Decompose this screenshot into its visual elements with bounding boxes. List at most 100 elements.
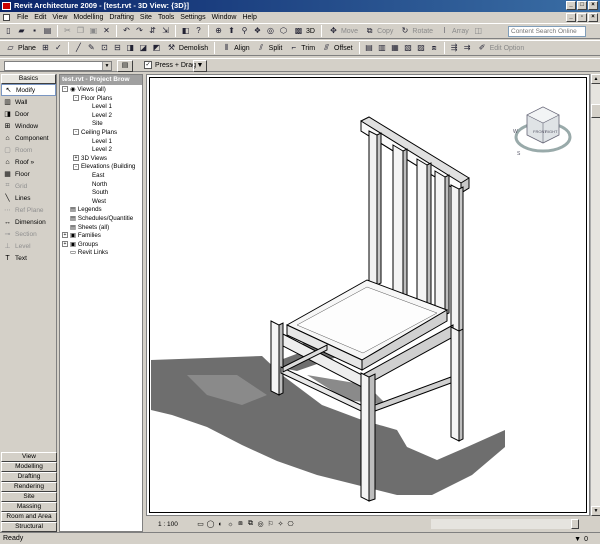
tree-node[interactable]: + ▣ Groups: [60, 241, 142, 250]
print-icon[interactable]: ▤: [42, 26, 53, 37]
press-drag-checkbox[interactable]: ✓ Press + Drag: [144, 61, 196, 69]
design-bar-item-modify[interactable]: ↖ Modify: [1, 84, 56, 96]
move-button[interactable]: ✥ Move: [326, 26, 360, 37]
section-box-icon[interactable]: ⬡: [278, 26, 289, 37]
measure-icon[interactable]: ⇲: [160, 26, 171, 37]
design-bar-item-grid[interactable]: ⌗ Grid: [1, 180, 56, 192]
menu-drafting[interactable]: Drafting: [106, 14, 137, 21]
delete-icon[interactable]: ✕: [101, 26, 112, 37]
tree-node[interactable]: Level 2: [60, 112, 142, 121]
option-set-icon[interactable]: ⇉: [462, 43, 473, 54]
tree-node[interactable]: ▤ Sheets (all): [60, 224, 142, 233]
menu-tools[interactable]: Tools: [155, 14, 177, 21]
horizontal-scroll-thumb[interactable]: [571, 519, 579, 529]
camera-icon[interactable]: ◎: [265, 26, 276, 37]
maximize-button[interactable]: □: [577, 1, 587, 10]
element-properties-button[interactable]: ▤: [117, 60, 133, 72]
menu-view[interactable]: View: [49, 14, 70, 21]
demolish-button[interactable]: ⚒ Demolish: [164, 43, 210, 54]
tree-node[interactable]: - Floor Plans: [60, 95, 142, 104]
tree-node[interactable]: North: [60, 181, 142, 190]
collapse-icon[interactable]: -: [62, 86, 68, 93]
tree-node[interactable]: South: [60, 189, 142, 198]
expand-icon[interactable]: +: [62, 232, 68, 239]
undo-icon[interactable]: ↶: [121, 26, 132, 37]
tree-node[interactable]: ▤ Schedules/Quantitie: [60, 215, 142, 224]
scroll-thumb[interactable]: [591, 104, 600, 118]
tree-node[interactable]: Site: [60, 120, 142, 129]
scroll-down-button[interactable]: ▼: [591, 506, 600, 516]
close-button[interactable]: ×: [588, 1, 598, 10]
horizontal-scrollbar[interactable]: [431, 519, 579, 529]
tab-rendering[interactable]: Rendering: [1, 482, 57, 492]
copy-button[interactable]: ⧉ Copy: [362, 26, 395, 37]
tab-structural[interactable]: Structural: [1, 522, 57, 532]
design-bar-item-room[interactable]: ▢ Room: [1, 144, 56, 156]
view-scale[interactable]: 1 : 100: [146, 521, 196, 528]
tab-massing[interactable]: Massing: [1, 502, 57, 512]
redo-icon[interactable]: ↷: [134, 26, 145, 37]
doc-minimize-button[interactable]: _: [566, 13, 576, 22]
design-options-icon[interactable]: ⇶: [449, 43, 460, 54]
expand-icon[interactable]: +: [62, 241, 68, 248]
menu-settings[interactable]: Settings: [177, 14, 208, 21]
tree-node[interactable]: - Ceiling Plans: [60, 129, 142, 138]
tree-node[interactable]: - Elevations (Building: [60, 163, 142, 172]
level-up-icon[interactable]: ⬆: [226, 26, 237, 37]
tree-node[interactable]: Level 2: [60, 146, 142, 155]
tab-site[interactable]: Site: [1, 492, 57, 502]
menu-help[interactable]: Help: [239, 14, 259, 21]
linework-icon[interactable]: ◩: [151, 43, 162, 54]
group-remove-icon[interactable]: ▧: [403, 43, 414, 54]
render-icon[interactable]: ⎔: [286, 520, 295, 529]
design-bar-item-component[interactable]: ⌂ Component: [1, 132, 56, 144]
new-icon[interactable]: ▯: [3, 26, 14, 37]
trim-button[interactable]: ⌐ Trim: [286, 43, 317, 54]
link-icon[interactable]: ⧈: [429, 43, 440, 54]
offset-button[interactable]: ⫻ Offset: [319, 43, 355, 54]
crop-region-icon[interactable]: ⧉: [246, 520, 255, 529]
design-bar-item-window[interactable]: ⊞ Window: [1, 120, 56, 132]
design-bar-item-roof[interactable]: ⌂ Roof »: [1, 156, 56, 168]
filter-button[interactable]: ▼: [193, 60, 207, 72]
edit-option-button[interactable]: ✐ Edit Option: [475, 43, 527, 54]
group-edit-icon[interactable]: ▥: [377, 43, 388, 54]
design-bar-item-level[interactable]: ⊥ Level: [1, 240, 56, 252]
rotate-button[interactable]: ↻ Rotate: [397, 26, 435, 37]
tree-node[interactable]: East: [60, 172, 142, 181]
vertical-scrollbar[interactable]: ▲ ▼: [590, 74, 600, 516]
tab-view[interactable]: View: [1, 452, 57, 462]
zoom-icon[interactable]: ⊕: [213, 26, 224, 37]
design-bar-item-wall[interactable]: ▥ Wall: [1, 96, 56, 108]
mirror-icon[interactable]: ◫: [473, 26, 484, 37]
menu-site[interactable]: Site: [137, 14, 155, 21]
tree-node[interactable]: ▭ Revit Links: [60, 249, 142, 258]
array-button[interactable]: ⁝ Array: [437, 26, 471, 37]
group-attach-icon[interactable]: ▨: [416, 43, 427, 54]
content-search-input[interactable]: Content Search Online: [508, 26, 586, 37]
shadows-icon[interactable]: ◐: [216, 520, 225, 529]
menu-window[interactable]: Window: [209, 14, 240, 21]
temporary-hide-icon[interactable]: ◎: [256, 520, 265, 529]
thin-lines-icon[interactable]: ◧: [180, 26, 191, 37]
tree-node[interactable]: +3D Views: [60, 155, 142, 164]
align-button[interactable]: ⫴ Align: [219, 43, 252, 54]
detail-level-icon[interactable]: ▭: [196, 520, 205, 529]
document-menu-icon[interactable]: [3, 14, 10, 21]
copy-icon[interactable]: ❐: [75, 26, 86, 37]
tree-node[interactable]: ▤ Legends: [60, 206, 142, 215]
collapse-icon[interactable]: -: [73, 163, 79, 170]
design-bar-item-door[interactable]: ◨ Door: [1, 108, 56, 120]
grid-tool-icon[interactable]: ⊞: [40, 43, 51, 54]
revit-app-icon[interactable]: [2, 2, 11, 10]
join-icon[interactable]: ⊡: [99, 43, 110, 54]
view-3d-button[interactable]: ▩ 3D: [291, 26, 317, 37]
menu-edit[interactable]: Edit: [31, 14, 49, 21]
eyedropper-icon[interactable]: ✎: [86, 43, 97, 54]
help-icon[interactable]: ?: [193, 26, 204, 37]
collapse-icon[interactable]: -: [73, 94, 79, 101]
doc-close-button[interactable]: ×: [588, 13, 598, 22]
doc-restore-button[interactable]: ▫: [577, 13, 587, 22]
tree-node[interactable]: West: [60, 198, 142, 207]
cut-icon[interactable]: ✂: [62, 26, 73, 37]
